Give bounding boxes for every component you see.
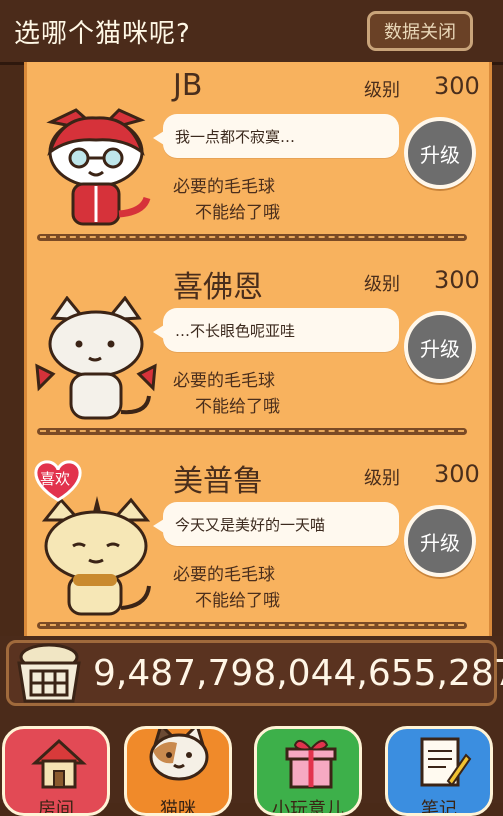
cat-face-icon [149, 729, 209, 781]
notebook-icon [420, 737, 472, 787]
divider [37, 622, 467, 629]
requirement-line-2: 不能给了哦 [195, 591, 280, 611]
bottom-nav: 房间 猫咪 小玩意儿 笔记 [0, 714, 503, 816]
cat-name: 喜佛恩 [173, 270, 263, 305]
upgrade-button[interactable]: 升级 [404, 505, 476, 577]
divider [37, 234, 467, 241]
level-label: 级别 [364, 80, 400, 101]
speech-bubble: 今天又是美好的一天喵 [153, 502, 399, 546]
close-data-button[interactable]: 数据关闭 [367, 11, 473, 51]
level-value: 300 [434, 266, 480, 294]
speech-bubble: 我一点都不寂寞… [153, 114, 399, 158]
speech-text: 今天又是美好的一天喵 [175, 516, 326, 534]
upgrade-button[interactable]: 升级 [404, 117, 476, 189]
speech-text: 我一点都不寂寞… [175, 128, 296, 146]
divider [37, 428, 467, 435]
cat-card-jb[interactable]: JB 级别 300 我一点都不寂寞… 必要的毛毛球 不能给了哦 升级 [27, 62, 489, 256]
requirement-line-2: 不能给了哦 [195, 203, 280, 223]
cat-name: JB [173, 68, 203, 103]
requirement-line-1: 必要的毛毛球 [173, 371, 275, 391]
favorite-heart-badge: 喜欢 [31, 458, 85, 506]
nav-label-goodies: 小玩意儿 [272, 799, 344, 816]
cat-card-xifoen[interactable]: 喜佛恩 级别 300 …不长眼色呢亚哇 必要的毛毛球 不能给了哦 升级 [27, 256, 489, 450]
page-title: 选哪个猫咪呢? [14, 19, 191, 49]
nav-label-room: 房间 [38, 799, 74, 816]
requirement-line-1: 必要的毛毛球 [173, 177, 275, 197]
level-label: 级别 [364, 468, 400, 489]
nav-label-notes: 笔记 [421, 799, 457, 816]
cat-avatar-jb [46, 108, 151, 226]
level-value: 300 [434, 460, 480, 488]
currency-bar: 9,487,798,044,655,287 [0, 636, 503, 714]
basket-icon [17, 643, 81, 703]
currency-panel: 9,487,798,044,655,287 [6, 640, 503, 706]
house-icon [31, 738, 87, 789]
upgrade-button[interactable]: 升级 [404, 311, 476, 383]
cat-name: 美普鲁 [173, 464, 263, 499]
level-value: 300 [434, 72, 480, 100]
cat-avatar-meipulu [41, 496, 151, 616]
favorite-badge-text: 喜欢 [40, 470, 71, 488]
cat-avatar-xifoen [35, 296, 157, 420]
requirement-line-2: 不能给了哦 [195, 397, 280, 417]
gift-box-icon [285, 739, 337, 789]
yarn-ball-count: 9,487,798,044,655,287 [93, 653, 503, 694]
requirement-line-1: 必要的毛毛球 [173, 565, 275, 585]
cat-card-meipulu[interactable]: 喜欢 美普鲁 级别 300 今天又是美好的一天喵 必要的毛毛球 不能给了哦 升级 [27, 450, 489, 637]
cat-list-panel[interactable]: JB 级别 300 我一点都不寂寞… 必要的毛毛球 不能给了哦 升级 喜佛恩 级… [24, 62, 492, 637]
nav-label-cats: 猫咪 [160, 799, 196, 816]
level-label: 级别 [364, 274, 400, 295]
speech-bubble: …不长眼色呢亚哇 [153, 308, 399, 352]
speech-text: …不长眼色呢亚哇 [175, 322, 296, 340]
header-bar: 选哪个猫咪呢? 数据关闭 [0, 0, 503, 65]
